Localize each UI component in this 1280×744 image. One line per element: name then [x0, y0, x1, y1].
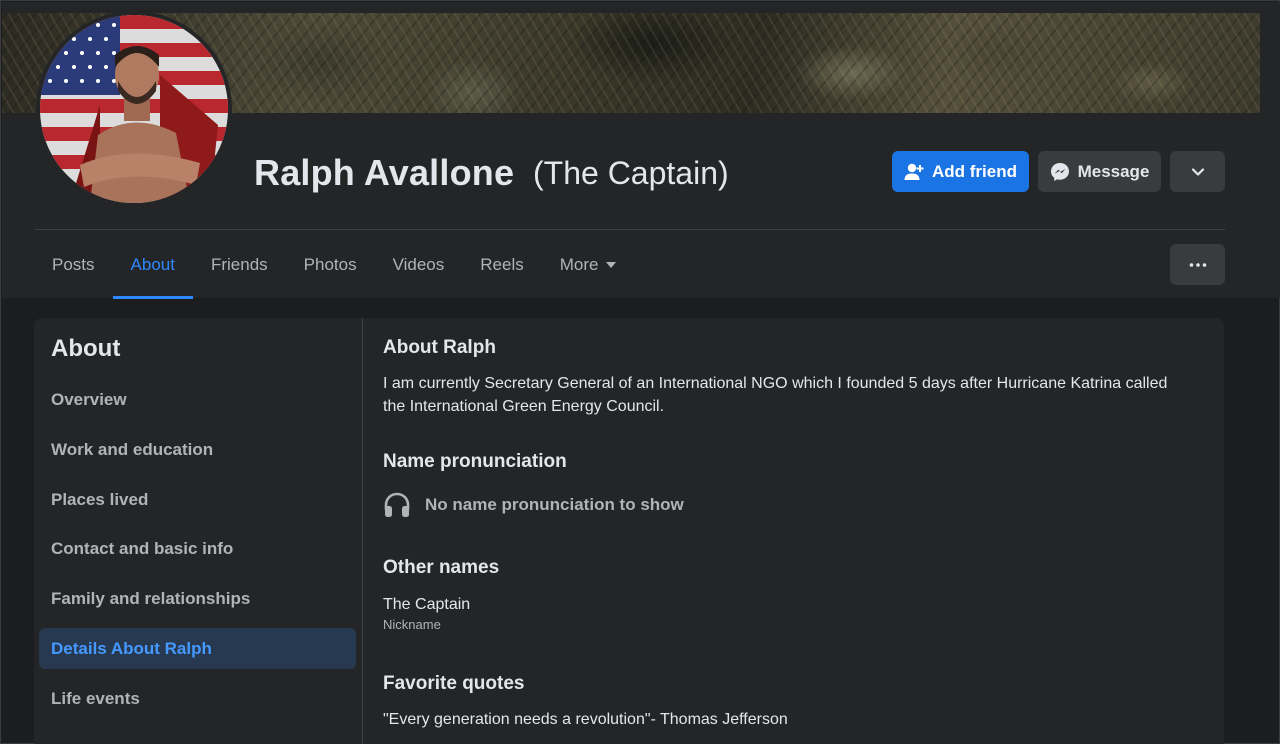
about-sidebar: About Overview Work and education Places… [34, 318, 363, 744]
sidebar-item-places-lived[interactable]: Places lived [39, 479, 356, 520]
sidebar-item-life-events[interactable]: Life events [39, 678, 356, 719]
tab-label: Friends [210, 255, 268, 274]
pronunciation-text: No name pronunciation to show [425, 495, 684, 514]
tab-videos[interactable]: Videos [375, 245, 463, 285]
sidebar-item-work-education[interactable]: Work and education [39, 429, 356, 470]
profile-header: Ralph Avallone (The Captain) Add friend … [2, 2, 1280, 299]
about-heading: About Ralph [383, 337, 496, 358]
pronunciation-row: No name pronunciation to show [383, 492, 684, 518]
sidebar-item-contact-info[interactable]: Contact and basic info [39, 528, 356, 569]
headphones-icon [384, 492, 410, 517]
other-name-value: The Captain [383, 596, 471, 613]
tab-friends[interactable]: Friends [193, 245, 286, 285]
about-title: About [51, 335, 121, 362]
person-plus-icon [904, 163, 924, 180]
profile-options-button[interactable] [1170, 244, 1225, 285]
tab-reels[interactable]: Reels [462, 245, 541, 285]
profile-dropdown-button[interactable] [1170, 151, 1225, 192]
tab-label: Posts [52, 255, 95, 274]
tab-label: Videos [392, 255, 445, 274]
ellipsis-icon [1189, 262, 1206, 267]
tab-photos[interactable]: Photos [286, 245, 375, 285]
profile-name: Ralph Avallone [254, 152, 515, 193]
pronunciation-heading: Name pronunciation [383, 451, 567, 472]
sidebar-item-label: Work and education [51, 439, 214, 459]
other-name-type: Nickname [383, 617, 441, 632]
tab-posts[interactable]: Posts [34, 245, 113, 285]
sidebar-item-label: Places lived [51, 489, 149, 509]
other-names-heading: Other names [383, 557, 500, 578]
header-top-strip [2, 2, 1280, 13]
sidebar-item-family-relationships[interactable]: Family and relationships [39, 578, 356, 619]
add-friend-button[interactable]: Add friend [892, 151, 1029, 192]
message-button[interactable]: Message [1038, 151, 1161, 192]
about-text: I am currently Secretary General of an I… [383, 375, 1168, 415]
profile-avatar[interactable] [36, 11, 232, 207]
tab-label: More [559, 255, 599, 274]
about-card: About Overview Work and education Places… [34, 318, 1224, 744]
quotes-heading: Favorite quotes [383, 673, 525, 694]
message-label: Message [1077, 161, 1150, 181]
quote-text: "Every generation needs a revolution"- T… [383, 711, 788, 728]
sidebar-item-label: Overview [51, 389, 127, 409]
sidebar-item-details[interactable]: Details About Ralph [39, 628, 356, 669]
tab-label: Reels [480, 255, 524, 274]
avatar-picture [40, 15, 228, 203]
tab-more[interactable]: More [542, 245, 635, 285]
tab-about[interactable]: About [112, 245, 194, 299]
tab-label: About [130, 255, 175, 274]
messenger-icon [1050, 162, 1069, 181]
sidebar-item-label: Life events [51, 688, 140, 708]
page-frame: Ralph Avallone (The Captain) Add friend … [0, 0, 1280, 744]
caret-down-icon [606, 262, 617, 268]
add-friend-label: Add friend [932, 161, 1017, 181]
sidebar-item-overview[interactable]: Overview [39, 379, 356, 420]
header-divider [35, 229, 1225, 230]
chevron-down-icon [1191, 167, 1204, 176]
sidebar-item-label: Contact and basic info [51, 538, 234, 558]
sidebar-item-label: Family and relationships [51, 588, 251, 608]
tab-label: Photos [303, 255, 357, 274]
profile-alternate-name: (The Captain) [533, 155, 729, 191]
profile-tabs: Posts About Friends Photos Videos Reels … [34, 245, 634, 299]
sidebar-item-label: Details About Ralph [51, 638, 212, 658]
